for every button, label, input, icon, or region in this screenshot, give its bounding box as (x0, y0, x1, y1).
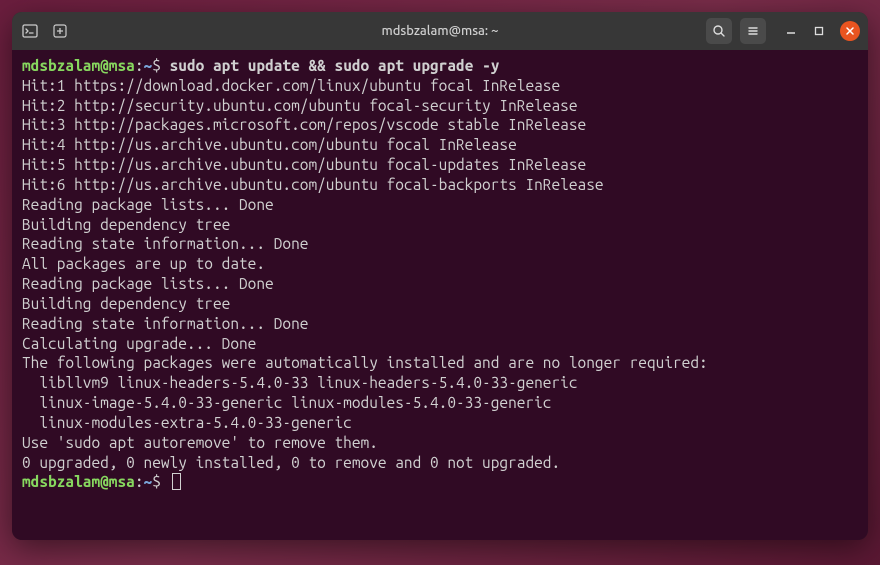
prompt-colon: : (135, 473, 144, 490)
prompt-colon: : (135, 57, 144, 74)
prompt-user-host: mdsbzalam@msa (22, 57, 135, 74)
search-icon (712, 24, 726, 38)
command-text: sudo apt update && sudo apt upgrade -y (170, 57, 500, 74)
output-line: The following packages were automaticall… (22, 353, 858, 373)
close-button[interactable] (840, 21, 860, 41)
output-line: Use 'sudo apt autoremove' to remove them… (22, 433, 858, 453)
search-button[interactable] (706, 18, 732, 44)
prompt-symbol: $ (152, 473, 161, 490)
output-line: linux-image-5.4.0-33-generic linux-modul… (22, 393, 858, 413)
titlebar-right (706, 18, 860, 44)
cursor (172, 473, 181, 490)
window-controls (784, 21, 860, 41)
new-tab-button[interactable] (48, 19, 72, 43)
titlebar-left (20, 19, 72, 43)
output-line: Reading state information... Done (22, 314, 858, 334)
hamburger-icon (746, 24, 760, 38)
terminal-icon (20, 21, 40, 41)
output-line: Hit:2 http://security.ubuntu.com/ubuntu … (22, 96, 858, 116)
output-line: Building dependency tree (22, 215, 858, 235)
prompt-path: ~ (144, 57, 153, 74)
menu-button[interactable] (740, 18, 766, 44)
output-line: Building dependency tree (22, 294, 858, 314)
output-line: 0 upgraded, 0 newly installed, 0 to remo… (22, 453, 858, 473)
output-line: Reading state information... Done (22, 234, 858, 254)
maximize-icon (813, 25, 825, 37)
maximize-button[interactable] (812, 24, 826, 38)
prompt-symbol: $ (152, 57, 161, 74)
output-container: Hit:1 https://download.docker.com/linux/… (22, 76, 858, 473)
output-line: Hit:5 http://us.archive.ubuntu.com/ubunt… (22, 155, 858, 175)
output-line: Reading package lists... Done (22, 195, 858, 215)
minimize-button[interactable] (784, 24, 798, 38)
output-line: Hit:4 http://us.archive.ubuntu.com/ubunt… (22, 135, 858, 155)
window-title: mdsbzalam@msa: ~ (382, 24, 499, 38)
titlebar[interactable]: mdsbzalam@msa: ~ (12, 12, 868, 50)
output-line: libllvm9 linux-headers-5.4.0-33 linux-he… (22, 373, 858, 393)
minimize-icon (785, 25, 797, 37)
prompt-line-2: mdsbzalam@msa:~$ (22, 472, 858, 492)
output-line: Hit:1 https://download.docker.com/linux/… (22, 76, 858, 96)
terminal-window: mdsbzalam@msa: ~ mdsbzalam@msa:~ (12, 12, 868, 540)
output-line: All packages are up to date. (22, 254, 858, 274)
prompt-user-host: mdsbzalam@msa (22, 473, 135, 490)
close-icon (845, 26, 855, 36)
terminal-body[interactable]: mdsbzalam@msa:~$ sudo apt update && sudo… (12, 50, 868, 540)
output-line: Reading package lists... Done (22, 274, 858, 294)
output-line: Calculating upgrade... Done (22, 334, 858, 354)
output-line: Hit:3 http://packages.microsoft.com/repo… (22, 115, 858, 135)
prompt-line-1: mdsbzalam@msa:~$ sudo apt update && sudo… (22, 56, 858, 76)
prompt-path: ~ (144, 473, 153, 490)
output-line: linux-modules-extra-5.4.0-33-generic (22, 413, 858, 433)
output-line: Hit:6 http://us.archive.ubuntu.com/ubunt… (22, 175, 858, 195)
